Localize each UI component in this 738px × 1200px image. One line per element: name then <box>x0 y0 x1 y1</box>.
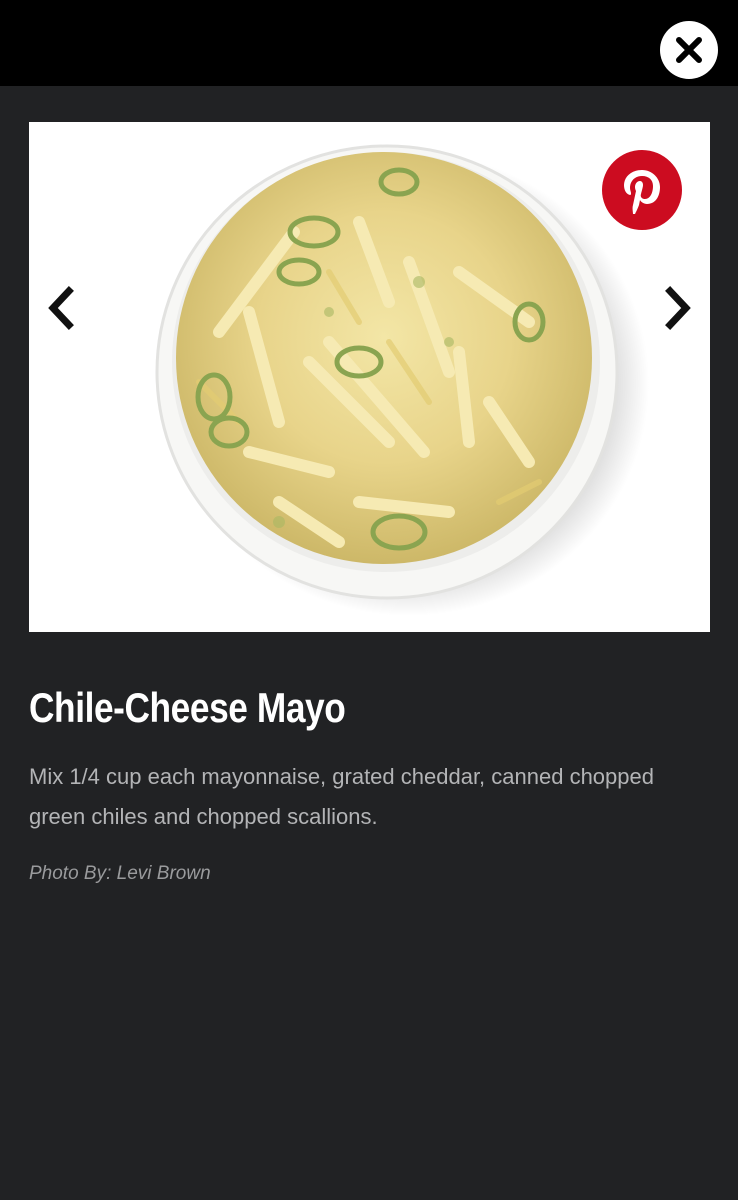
chevron-left-icon <box>48 286 74 330</box>
chevron-right-icon <box>665 286 691 330</box>
pinterest-icon <box>624 170 660 214</box>
close-icon <box>676 37 702 63</box>
previous-photo-button[interactable] <box>41 283 81 333</box>
close-button[interactable] <box>660 21 718 79</box>
photo-description: Mix 1/4 cup each mayonnaise, grated ched… <box>29 764 654 829</box>
pinterest-button[interactable] <box>602 150 682 230</box>
photo-credit: Photo By: Levi Brown <box>29 863 211 884</box>
top-bar <box>0 0 738 86</box>
next-photo-button[interactable] <box>658 283 698 333</box>
gallery-photo <box>29 122 710 632</box>
photo-title: Chile-Cheese Mayo <box>29 684 346 731</box>
